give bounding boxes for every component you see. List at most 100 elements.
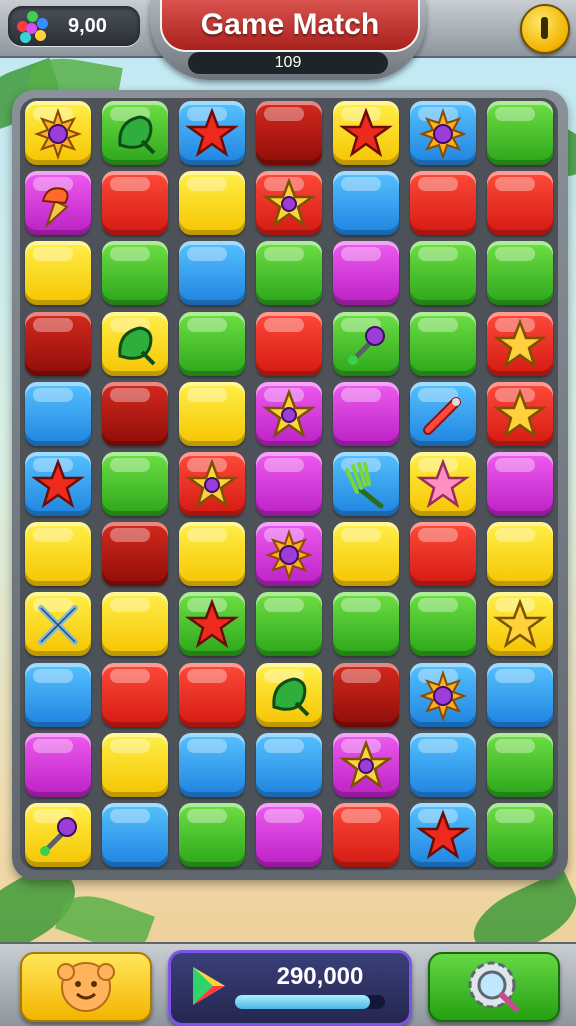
tile-blue-rocket[interactable] (409, 381, 476, 446)
tile-green[interactable] (256, 241, 322, 306)
tile-magenta-star-orb[interactable] (332, 732, 399, 797)
tile-red[interactable] (409, 522, 476, 587)
tile-blue[interactable] (409, 732, 476, 797)
tile-green[interactable] (486, 101, 553, 166)
tile-darkred[interactable] (25, 311, 92, 376)
sun-gem-icon (418, 107, 467, 161)
tile-magenta[interactable] (256, 802, 322, 867)
tile-darkred[interactable] (332, 662, 399, 727)
crossed-swords-icon (38, 605, 79, 646)
tile-red-star-orb[interactable] (256, 171, 322, 236)
tile-blue[interactable] (102, 802, 169, 867)
tile-yellow-leaf[interactable] (256, 662, 322, 727)
tile-blue-red-star[interactable] (409, 802, 476, 867)
ice-cream-icon (42, 187, 70, 229)
tile-red[interactable] (102, 171, 169, 236)
tile-yellow[interactable] (179, 522, 246, 587)
tile-red-yellow-star[interactable] (486, 381, 553, 446)
tile-red-yellow-star[interactable] (486, 311, 553, 376)
tile-darkred[interactable] (256, 101, 322, 166)
tile-magenta[interactable] (25, 732, 92, 797)
tile-blue-red-star[interactable] (179, 101, 246, 166)
tile-yellow[interactable] (332, 522, 399, 587)
tile-red[interactable] (179, 662, 246, 727)
tile-red[interactable] (409, 171, 476, 236)
tile-green[interactable] (409, 241, 476, 306)
tile-yellow[interactable] (102, 592, 169, 657)
star-orb-icon (262, 388, 316, 438)
tile-yellow-sun-gem[interactable] (25, 101, 92, 166)
pause-button[interactable] (520, 4, 570, 54)
tile-yellow-yellow-star[interactable] (486, 592, 553, 657)
tile-red[interactable] (486, 171, 553, 236)
tile-yellow[interactable] (102, 732, 169, 797)
tile-yellow-leaf[interactable] (102, 311, 169, 376)
character-button[interactable] (20, 952, 152, 1022)
tile-magenta-sun-gem[interactable] (256, 522, 322, 587)
tile-green[interactable] (409, 592, 476, 657)
tile-yellow-crossed-swords[interactable] (25, 592, 92, 657)
tile-blue[interactable] (25, 381, 92, 446)
tile-green[interactable] (256, 592, 322, 657)
tile-blue[interactable] (256, 732, 322, 797)
tile-yellow[interactable] (179, 171, 246, 236)
wand-icon (347, 325, 385, 365)
tile-green[interactable] (102, 452, 169, 516)
red-star-icon (185, 598, 240, 649)
tile-blue[interactable] (486, 662, 553, 727)
tile-magenta[interactable] (332, 381, 399, 446)
tile-blue[interactable] (332, 171, 399, 236)
tile-yellow[interactable] (179, 381, 246, 446)
red-star-icon (338, 107, 393, 158)
tile-magenta[interactable] (256, 452, 322, 516)
sun-gem-icon (34, 107, 83, 161)
gem-cluster-icon (16, 9, 50, 43)
top-bar: 9,00 Game Match 109 (0, 0, 576, 80)
tile-green[interactable] (486, 732, 553, 797)
tile-green[interactable] (179, 802, 246, 867)
tile-blue[interactable] (25, 662, 92, 727)
tile-magenta-ice-cream[interactable] (25, 171, 92, 236)
tile-darkred[interactable] (102, 381, 169, 446)
leaf-icon (118, 115, 156, 155)
tile-green[interactable] (486, 802, 553, 867)
tile-blue[interactable] (179, 732, 246, 797)
pink-star-icon (415, 458, 470, 509)
score-panel: 290,000 (168, 950, 412, 1026)
red-star-icon (415, 809, 470, 860)
hint-button[interactable] (428, 952, 560, 1022)
tile-blue[interactable] (179, 241, 246, 306)
tile-green[interactable] (102, 241, 169, 306)
tile-green-red-star[interactable] (179, 592, 246, 657)
tile-magenta[interactable] (332, 241, 399, 306)
tile-red-star-orb[interactable] (179, 452, 246, 516)
tile-red[interactable] (332, 802, 399, 867)
tile-darkred[interactable] (102, 522, 169, 587)
tile-green[interactable] (486, 241, 553, 306)
tile-green[interactable] (179, 311, 246, 376)
tile-yellow[interactable] (25, 241, 92, 306)
gem-counter: 9,00 (8, 6, 140, 46)
wand-icon (40, 816, 78, 856)
tile-yellow[interactable] (486, 522, 553, 587)
tile-yellow-wand[interactable] (25, 802, 92, 867)
tile-green[interactable] (409, 311, 476, 376)
tile-red[interactable] (102, 662, 169, 727)
tile-yellow[interactable] (25, 522, 92, 587)
tile-magenta-star-orb[interactable] (256, 381, 322, 446)
tile-green-leaf[interactable] (102, 101, 169, 166)
tile-magenta[interactable] (486, 452, 553, 516)
tile-blue-sun-gem[interactable] (409, 101, 476, 166)
tile-blue-red-star[interactable] (25, 452, 92, 516)
tile-blue-sun-gem[interactable] (409, 662, 476, 727)
tile-blue-fork[interactable] (332, 452, 399, 516)
tile-green[interactable] (332, 592, 399, 657)
game-title: Game Match (160, 0, 420, 52)
tile-red[interactable] (256, 311, 322, 376)
tile-yellow-red-star[interactable] (332, 101, 399, 166)
pause-icon (541, 17, 548, 39)
tile-grid (20, 98, 558, 870)
star-orb-icon (338, 739, 393, 789)
tile-yellow-pink-star[interactable] (409, 452, 476, 516)
tile-green-wand[interactable] (332, 311, 399, 376)
